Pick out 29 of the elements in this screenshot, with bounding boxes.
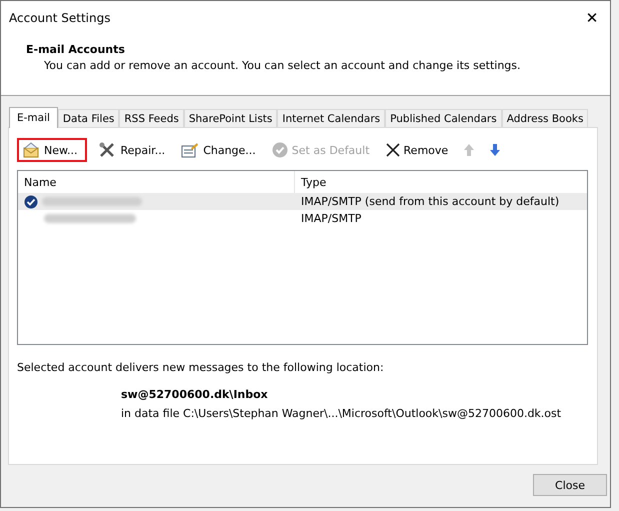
section-heading: E-mail Accounts bbox=[26, 43, 126, 56]
data-file-path: in data file C:\Users\Stephan Wagner\...\Microsoft\Outlook\sw@52700600.dk.ost bbox=[121, 407, 562, 420]
envelope-icon bbox=[22, 142, 40, 158]
close-button[interactable]: Close bbox=[533, 474, 607, 496]
column-header: Type bbox=[300, 176, 326, 188]
close-button[interactable]: ✕ bbox=[574, 2, 610, 32]
delivery-folder: sw@52700600.dk\Inbox bbox=[121, 388, 269, 401]
tools-icon bbox=[98, 142, 116, 158]
section-description: You can add or remove an account. You can select an account and change its settings. bbox=[43, 59, 522, 72]
toolbar-button[interactable]: Change... bbox=[176, 138, 261, 162]
tab[interactable]: Data Files bbox=[58, 109, 120, 127]
table-cell-text: IMAP/SMTP bbox=[300, 212, 362, 225]
list-row[interactable]: IMAP/SMTP bbox=[18, 210, 587, 227]
tab[interactable]: E-mail bbox=[9, 107, 58, 128]
close-icon bbox=[386, 143, 400, 157]
list-row[interactable]: IMAP/SMTP (send from this account by default) bbox=[18, 193, 587, 210]
check-circle-icon bbox=[272, 142, 288, 158]
toolbar-button[interactable]: Remove bbox=[380, 138, 454, 162]
tab[interactable]: Published Calendars bbox=[385, 109, 502, 127]
tab[interactable]: SharePoint Lists bbox=[184, 109, 278, 127]
tab[interactable]: RSS Feeds bbox=[119, 109, 184, 127]
window-title: Account Settings bbox=[9, 10, 110, 24]
table-cell-text: IMAP/SMTP (send from this account by default) bbox=[300, 195, 560, 208]
delivery-text: Selected account delivers new messages to the following location: bbox=[17, 361, 385, 374]
tab[interactable]: Address Books bbox=[502, 109, 588, 127]
document-pencil-icon bbox=[181, 142, 200, 158]
toolbar-button[interactable]: Repair... bbox=[93, 138, 170, 162]
toolbar-button[interactable]: New... bbox=[17, 138, 88, 162]
tab[interactable]: Internet Calendars bbox=[277, 109, 386, 127]
